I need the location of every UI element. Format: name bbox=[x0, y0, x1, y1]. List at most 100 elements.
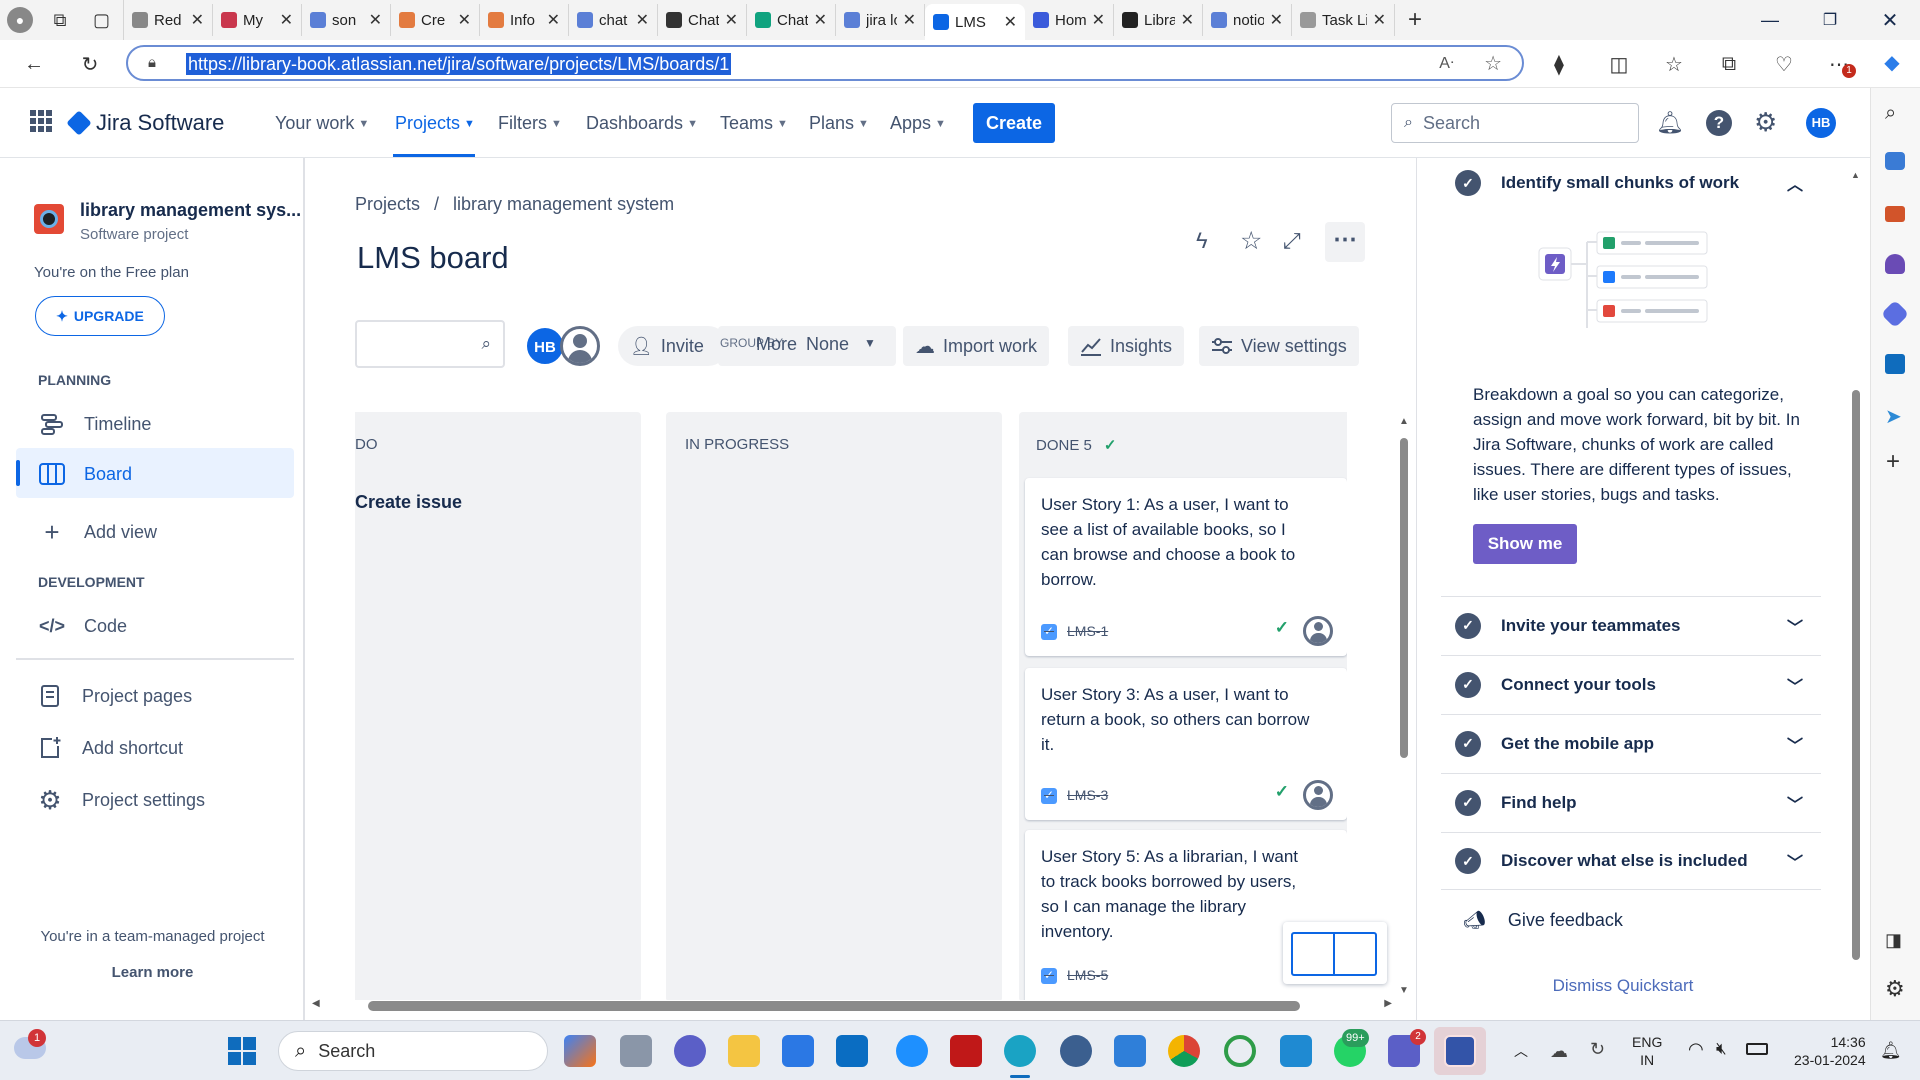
search-input[interactable]: ⌕ Search bbox=[1391, 103, 1639, 143]
shopping-icon[interactable] bbox=[1885, 152, 1905, 170]
chevron-up-icon[interactable]: ︿ bbox=[1514, 1041, 1528, 1061]
help-app-icon[interactable] bbox=[896, 1035, 928, 1067]
close-tab-icon[interactable]: ✕ bbox=[636, 10, 649, 30]
sidebar-item-add-shortcut[interactable]: Add shortcut bbox=[36, 734, 183, 762]
browser-tab[interactable]: jira login ✕ bbox=[836, 4, 925, 36]
close-tab-icon[interactable]: ✕ bbox=[369, 10, 382, 30]
mcafee-icon[interactable] bbox=[950, 1035, 982, 1067]
show-me-button[interactable]: Show me bbox=[1473, 524, 1577, 564]
board-search-input[interactable]: ⌕ bbox=[355, 320, 505, 368]
close-tab-icon[interactable]: ✕ bbox=[1270, 10, 1283, 30]
browser-tab[interactable]: ChatGPT ✕ bbox=[658, 4, 747, 36]
quickstart-invite-teammates[interactable]: ✓ Invite your teammates ﹀ bbox=[1441, 596, 1821, 654]
remote-icon[interactable] bbox=[1060, 1035, 1092, 1067]
create-issue-button[interactable]: Create issue bbox=[355, 492, 462, 513]
store-icon[interactable] bbox=[782, 1035, 814, 1067]
workspaces-icon[interactable]: ⧉ bbox=[40, 0, 80, 40]
more-actions-button[interactable]: ⋯ bbox=[1325, 222, 1365, 262]
sidebar-item-timeline[interactable]: Timeline bbox=[38, 410, 151, 438]
games-icon[interactable] bbox=[1885, 254, 1905, 274]
help-icon[interactable]: ? bbox=[1706, 110, 1732, 136]
dismiss-quickstart-link[interactable]: Dismiss Quickstart bbox=[1417, 976, 1829, 996]
vertical-scrollbar[interactable]: ▲ ▼ bbox=[1398, 416, 1410, 996]
invite-button[interactable]: 👤︎ Invite bbox=[618, 326, 728, 366]
close-tab-icon[interactable]: ✕ bbox=[1004, 12, 1017, 32]
assignee-avatar-icon[interactable] bbox=[1303, 616, 1333, 646]
task-view-icon[interactable] bbox=[620, 1035, 652, 1067]
user-avatar[interactable]: HB bbox=[1806, 108, 1836, 138]
browser-tab[interactable]: LMS ✕ bbox=[925, 4, 1025, 40]
sidebar-item-code[interactable]: </> Code bbox=[38, 612, 127, 640]
meet-icon[interactable] bbox=[674, 1035, 706, 1067]
profile-icon[interactable]: ● bbox=[0, 0, 40, 40]
maximize-button[interactable]: ❐ bbox=[1800, 10, 1860, 30]
quickstart-open-item[interactable]: ✓ Identify small chunks of work ︿ bbox=[1441, 158, 1821, 208]
browser-tab[interactable]: ChatGPT ✕ bbox=[747, 4, 836, 36]
breadcrumb-projects[interactable]: Projects bbox=[355, 194, 420, 215]
nav-your-work[interactable]: Your work ▼ bbox=[275, 113, 369, 134]
extensions-icon[interactable]: ⧫ bbox=[1545, 50, 1573, 78]
edge-icon[interactable] bbox=[1004, 1035, 1036, 1067]
group-by-select[interactable]: GROUP BY More None ▼ bbox=[718, 326, 896, 366]
onedrive-icon[interactable]: ☁ bbox=[1550, 1041, 1568, 1062]
tab-actions-icon[interactable]: ▢ bbox=[80, 0, 124, 40]
start-icon[interactable] bbox=[228, 1037, 256, 1065]
fullscreen-icon[interactable]: ⤢ bbox=[1283, 228, 1301, 254]
new-tab-button[interactable]: + bbox=[1395, 6, 1435, 34]
back-icon[interactable]: ← bbox=[20, 50, 48, 78]
unassigned-avatar-icon[interactable] bbox=[560, 326, 600, 366]
volume-muted-icon[interactable]: 🔇︎ bbox=[1716, 1039, 1727, 1059]
automation-icon[interactable]: ϟ bbox=[1196, 228, 1208, 254]
close-tab-icon[interactable]: ✕ bbox=[280, 10, 293, 30]
collections-icon[interactable]: ⧉ bbox=[1715, 50, 1743, 78]
wifi-icon[interactable]: ◠ bbox=[1688, 1039, 1704, 1060]
outlook-icon[interactable] bbox=[1885, 354, 1905, 374]
project-name[interactable]: library management sys... bbox=[80, 200, 301, 221]
quickstart-discover[interactable]: ✓ Discover what else is included ﹀ bbox=[1441, 832, 1821, 890]
sidebar-item-project-settings[interactable]: ⚙ Project settings bbox=[36, 785, 205, 815]
close-tab-icon[interactable]: ✕ bbox=[814, 10, 827, 30]
close-tab-icon[interactable]: ✕ bbox=[725, 10, 738, 30]
send-icon[interactable]: ➤ bbox=[1885, 404, 1902, 429]
vscode-icon[interactable] bbox=[1280, 1035, 1312, 1067]
browser-tab[interactable]: Red ✕ bbox=[124, 4, 213, 36]
copilot-icon[interactable]: ◆ bbox=[1878, 48, 1906, 76]
quickstart-mobile-app[interactable]: ✓ Get the mobile app ﹀ bbox=[1441, 714, 1821, 772]
project-avatar[interactable] bbox=[34, 204, 64, 234]
browser-tab[interactable]: son ✕ bbox=[302, 4, 391, 36]
horizontal-scrollbar[interactable]: ◀ ▶ bbox=[312, 998, 1392, 1014]
chrome-icon[interactable] bbox=[1168, 1035, 1200, 1067]
sync-icon[interactable] bbox=[1224, 1035, 1256, 1067]
import-work-button[interactable]: ☁ Import work bbox=[903, 326, 1050, 366]
language-indicator[interactable]: ENG IN bbox=[1632, 1033, 1662, 1069]
issue-card-lms-3[interactable]: User Story 3: As a user, I want to retur… bbox=[1025, 668, 1347, 820]
split-screen-icon[interactable]: ◫ bbox=[1605, 50, 1633, 78]
quickstart-connect-tools[interactable]: ✓ Connect your tools ﹀ bbox=[1441, 655, 1821, 713]
quickstart-scrollbar[interactable]: ▲ bbox=[1851, 170, 1861, 960]
nav-projects[interactable]: Projects ▼ bbox=[395, 113, 475, 134]
browser-tab[interactable]: Home — ✕ bbox=[1025, 4, 1114, 36]
board-minimap[interactable] bbox=[1283, 922, 1387, 984]
microsoft-365-icon[interactable] bbox=[1880, 299, 1910, 329]
battery-icon[interactable] bbox=[1746, 1043, 1768, 1055]
address-bar[interactable]: 🔒︎ https://library-book.atlassian.net/ji… bbox=[126, 45, 1524, 81]
search-icon[interactable]: ⌕ bbox=[1885, 102, 1896, 125]
health-icon[interactable]: ♡ bbox=[1770, 50, 1798, 78]
quickstart-find-help[interactable]: ✓ Find help ﹀ bbox=[1441, 773, 1821, 831]
browser-tab[interactable]: notion - ✕ bbox=[1203, 4, 1292, 36]
create-button[interactable]: Create bbox=[973, 103, 1055, 143]
nav-apps[interactable]: Apps ▼ bbox=[890, 113, 946, 134]
url-text[interactable]: https://library-book.atlassian.net/jira/… bbox=[186, 53, 732, 75]
minimize-button[interactable]: — bbox=[1740, 10, 1800, 31]
sidebar-item-project-pages[interactable]: Project pages bbox=[36, 682, 192, 710]
star-icon[interactable]: ☆ bbox=[1240, 226, 1262, 256]
tools-icon[interactable] bbox=[1885, 206, 1905, 222]
issue-card-lms-1[interactable]: User Story 1: As a user, I want to see a… bbox=[1025, 478, 1347, 656]
breadcrumb-project[interactable]: library management system bbox=[453, 194, 674, 215]
notification-bell-icon[interactable]: 🔔︎ bbox=[1880, 1041, 1902, 1061]
favorites-icon[interactable]: ☆ bbox=[1660, 50, 1688, 78]
browser-tab[interactable]: Cre ✕ bbox=[391, 4, 480, 36]
assignee-avatar-icon[interactable] bbox=[1303, 780, 1333, 810]
file-explorer-icon[interactable] bbox=[728, 1035, 760, 1067]
close-tab-icon[interactable]: ✕ bbox=[1181, 10, 1194, 30]
